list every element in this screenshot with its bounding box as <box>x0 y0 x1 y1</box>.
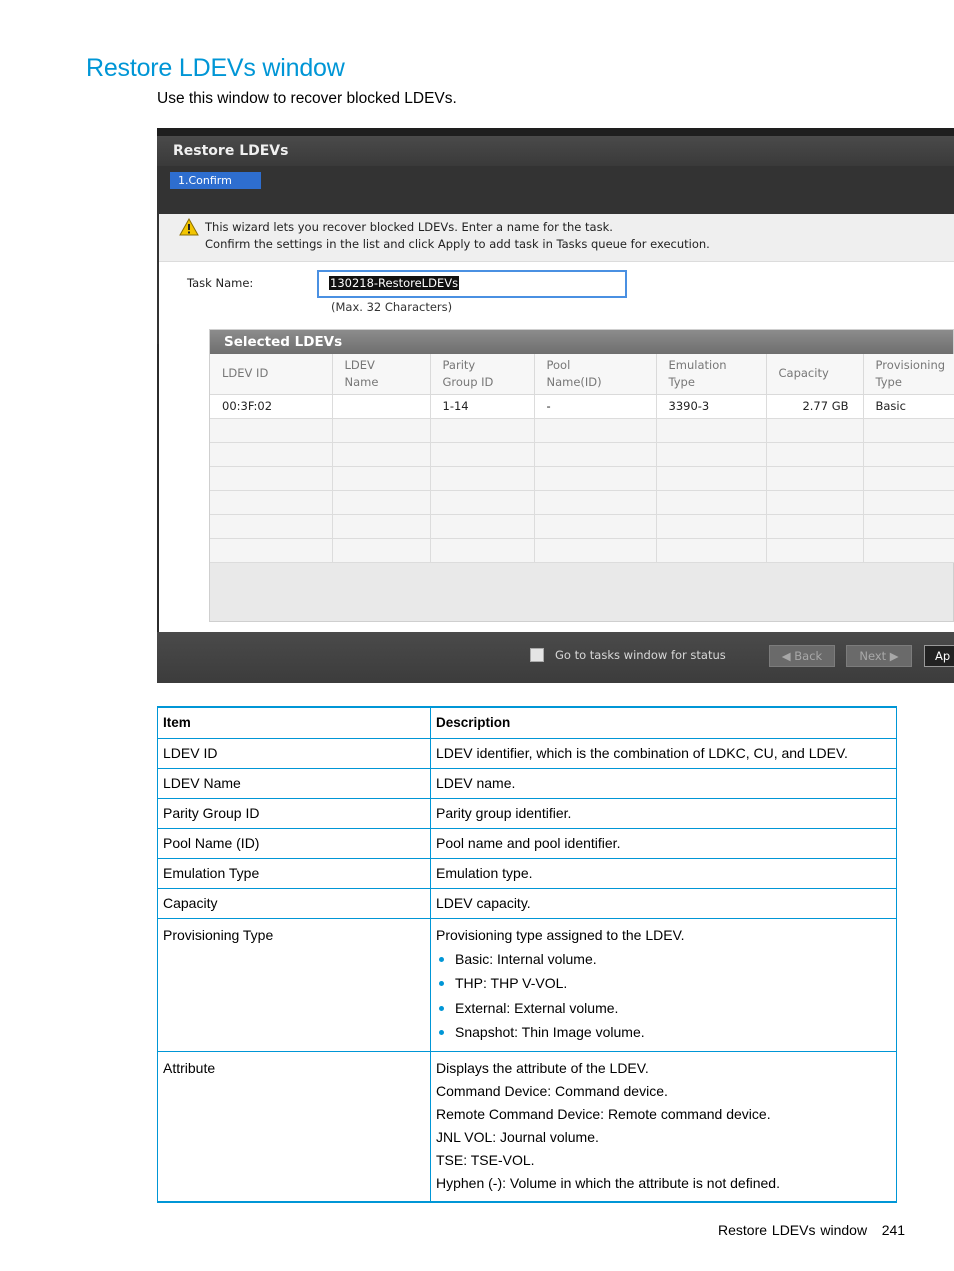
task-name-label: Task Name: <box>187 276 254 290</box>
item-description-table: Item Description LDEV ID LDEV identifier… <box>157 706 897 1203</box>
item-cell: Pool Name (ID) <box>157 827 431 859</box>
attribute-line: Remote Command Device: Remote command de… <box>436 1105 771 1122</box>
dialog-top-strip <box>157 128 954 136</box>
footer-section-title: Restore LDEVs window <box>718 1222 868 1238</box>
attribute-line: Displays the attribute of the LDEV. <box>436 1059 649 1076</box>
col-provisioning-type[interactable]: Provisioning Type <box>863 354 954 395</box>
step-confirm[interactable]: 1.Confirm <box>170 172 261 189</box>
list-item: Basic: Internal volume. <box>436 947 891 972</box>
item-cell: Provisioning Type <box>157 917 431 1052</box>
col-parity-group[interactable]: Parity Group ID <box>430 354 535 395</box>
cell-provisioning: Basic <box>863 394 954 419</box>
table-row-empty <box>210 466 954 491</box>
ldev-table-header: LDEV ID LDEV Name Parity Group ID Pool Name… <box>210 354 954 395</box>
table-row-attribute: Attribute Displays the attribute of the … <box>157 1050 897 1202</box>
list-item: External: External volume. <box>436 996 891 1021</box>
ldev-table: LDEV ID LDEV Name Parity Group ID Pool Name… <box>210 354 954 563</box>
item-cell: LDEV Name <box>157 767 431 799</box>
notice-line-2: Confirm the settings in the list and cli… <box>205 237 710 251</box>
item-cell: Parity Group ID <box>157 797 431 829</box>
table-row: Capacity LDEV capacity. <box>157 887 897 919</box>
header-description: Description <box>430 706 897 739</box>
table-row: LDEV Name LDEV name. <box>157 767 897 799</box>
desc-table-header: Item Description <box>157 706 897 739</box>
apply-button[interactable]: Ap <box>924 645 954 667</box>
attribute-line: Command Device: Command device. <box>436 1082 668 1099</box>
cell-emulation: 3390-3 <box>656 394 767 419</box>
col-ldev-name[interactable]: LDEV Name <box>332 354 431 395</box>
item-cell: Attribute <box>157 1050 431 1202</box>
dialog-footer: Go to tasks window for status ◀ Back Nex… <box>157 632 954 683</box>
table-row: LDEV ID LDEV identifier, which is the co… <box>157 737 897 769</box>
cell-ldev-name <box>332 394 431 419</box>
task-name-hint: (Max. 32 Characters) <box>331 300 453 314</box>
table-row: Emulation Type Emulation type. <box>157 857 897 889</box>
list-item: THP: THP V-VOL. <box>436 971 891 996</box>
col-capacity[interactable]: Capacity <box>766 354 864 395</box>
attribute-line: Hyphen (-): Volume in which the attribut… <box>436 1174 780 1191</box>
description-cell: LDEV capacity. <box>430 887 897 919</box>
col-pool-name[interactable]: Pool Name(ID) <box>534 354 657 395</box>
grid-title: Selected LDEVs <box>210 330 953 354</box>
selected-ldevs-grid: Selected LDEVs LDEV ID LDEV Name Parity Gr… <box>209 329 954 622</box>
intro-text: Use this window to recover blocked LDEVs… <box>157 90 457 107</box>
notice-line-1: This wizard lets you recover blocked LDE… <box>205 220 613 234</box>
description-cell: Parity group identifier. <box>430 797 897 829</box>
col-ldev-id[interactable]: LDEV ID <box>210 354 333 395</box>
warning-icon <box>179 218 199 236</box>
page-number: 241 <box>881 1222 906 1238</box>
task-name-value: 130218-RestoreLDEVs <box>329 276 460 290</box>
table-row-empty <box>210 490 954 515</box>
provisioning-list: Basic: Internal volume. THP: THP V-VOL. … <box>436 947 891 1045</box>
page-title: Restore LDEVs window <box>86 54 345 82</box>
cell-capacity: 2.77 GB <box>766 394 864 419</box>
item-cell: LDEV ID <box>157 737 431 769</box>
task-name-input[interactable]: 130218-RestoreLDEVs <box>317 270 627 298</box>
table-row-empty <box>210 418 954 443</box>
attribute-line: JNL VOL: Journal volume. <box>436 1128 599 1145</box>
description-cell: LDEV identifier, which is the combinatio… <box>430 737 897 769</box>
description-cell: Pool name and pool identifier. <box>430 827 897 859</box>
go-to-tasks-checkbox[interactable] <box>530 648 544 662</box>
go-to-tasks-label: Go to tasks window for status <box>555 648 726 662</box>
notice-panel: This wizard lets you recover blocked LDE… <box>159 214 954 262</box>
header-item: Item <box>157 706 431 739</box>
col-emulation-type[interactable]: Emulation Type <box>656 354 767 395</box>
provisioning-intro: Provisioning type assigned to the LDEV. <box>436 926 685 943</box>
table-row-empty <box>210 538 954 563</box>
table-row: Pool Name (ID) Pool name and pool identi… <box>157 827 897 859</box>
description-cell: Displays the attribute of the LDEV. Comm… <box>430 1050 897 1202</box>
restore-ldevs-dialog: Restore LDEVs 1.Confirm This wizard lets… <box>157 128 954 683</box>
back-button[interactable]: ◀ Back <box>769 645 835 667</box>
dialog-title: Restore LDEVs <box>157 136 954 166</box>
description-cell: Emulation type. <box>430 857 897 889</box>
item-cell: Emulation Type <box>157 857 431 889</box>
table-row-empty <box>210 442 954 467</box>
item-cell: Capacity <box>157 887 431 919</box>
table-row[interactable]: 00:3F:02 1-14 - 3390-3 2.77 GB Basic <box>210 394 954 419</box>
next-button[interactable]: Next ▶ <box>846 645 912 667</box>
cell-ldev-id: 00:3F:02 <box>210 394 333 419</box>
table-row-provisioning: Provisioning Type Provisioning type assi… <box>157 917 897 1052</box>
description-cell: LDEV name. <box>430 767 897 799</box>
cell-parity-group: 1-14 <box>430 394 535 419</box>
notice-text: This wizard lets you recover blocked LDE… <box>205 219 710 253</box>
table-row-empty <box>210 514 954 539</box>
page-footer: Restore LDEVs window 241 <box>718 1222 905 1238</box>
description-cell: Provisioning type assigned to the LDEV. … <box>430 917 897 1052</box>
cell-pool: - <box>534 394 657 419</box>
table-row: Parity Group ID Parity group identifier. <box>157 797 897 829</box>
attribute-line: TSE: TSE-VOL. <box>436 1151 535 1168</box>
dialog-content: This wizard lets you recover blocked LDE… <box>159 214 954 632</box>
list-item: Snapshot: Thin Image volume. <box>436 1020 891 1045</box>
